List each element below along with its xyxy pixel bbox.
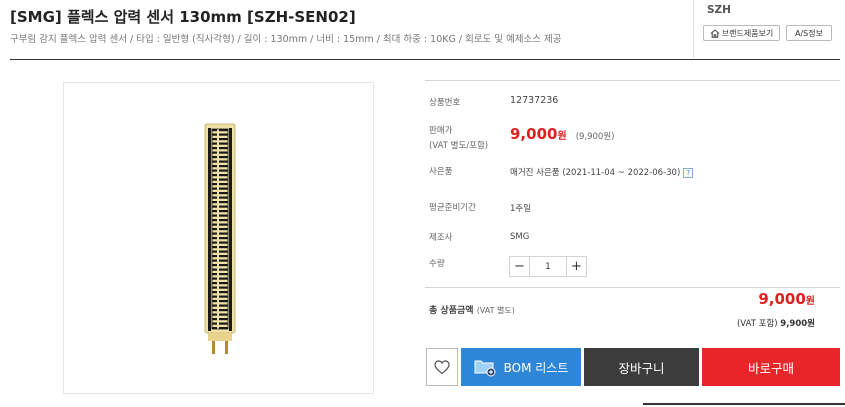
- wishlist-button[interactable]: [426, 348, 458, 386]
- gift-value-wrap: 매거진 사은품 (2021-11-04 ~ 2022-06-30)?: [510, 166, 694, 178]
- as-info-button[interactable]: A/S정보: [786, 25, 832, 41]
- brand-products-button[interactable]: 브랜드제품보기: [703, 25, 780, 41]
- quantity-label: 수량: [429, 259, 445, 269]
- footer-divider: [643, 403, 845, 405]
- bom-list-button[interactable]: BOM 리스트: [461, 348, 581, 386]
- question-icon[interactable]: ?: [683, 167, 694, 178]
- maker-value: SMG: [510, 232, 530, 242]
- product-subtitle: 구부림 감지 플렉스 압력 센서 / 타입 : 일반형 (직사각형) / 길이 …: [10, 34, 562, 45]
- heart-icon: [434, 359, 450, 374]
- product-number-value: 12737236: [510, 95, 559, 106]
- quantity-minus-button[interactable]: −: [509, 256, 530, 277]
- gift-value: 매거진 사은품 (2021-11-04 ~ 2022-06-30): [510, 168, 681, 178]
- folder-add-icon: [474, 360, 496, 376]
- quantity-input[interactable]: 1: [530, 256, 566, 277]
- price-label: 판매가: [429, 126, 453, 136]
- price-incl-vat: (9,900원): [575, 132, 615, 142]
- quantity-plus-button[interactable]: +: [566, 256, 587, 277]
- total-vat-label: (VAT 포함): [736, 319, 778, 329]
- add-to-cart-button[interactable]: 장바구니: [584, 348, 699, 386]
- total-price-box: 총 상품금액 (VAT 별도) 9,000원 (VAT 포함) 9,900원: [425, 287, 840, 337]
- buy-now-button[interactable]: 바로구매: [702, 348, 840, 386]
- flex-sensor-image: [204, 123, 236, 354]
- price-block: 9,000원 (9,900원): [510, 125, 614, 143]
- sale-price: 9,000: [510, 125, 558, 143]
- total-label-note: (VAT 별도): [476, 306, 515, 315]
- total-price-wrap: 9,000원: [758, 290, 815, 308]
- brand-name: SZH: [707, 4, 731, 16]
- total-price-unit: 원: [805, 296, 815, 307]
- quantity-stepper: − 1 +: [509, 256, 587, 277]
- product-number-label: 상품번호: [429, 98, 461, 108]
- total-vat-wrap: (VAT 포함) 9,900원: [737, 317, 815, 329]
- total-price: 9,000: [758, 290, 806, 308]
- as-info-label: A/S정보: [795, 28, 823, 38]
- total-label-wrap: 총 상품금액 (VAT 별도): [429, 303, 515, 316]
- prep-time-value: 1주일: [510, 204, 532, 214]
- bom-list-label: BOM 리스트: [503, 360, 569, 375]
- gift-label: 사은품: [429, 167, 453, 177]
- header-divider: [10, 59, 840, 60]
- product-title: [SMG] 플렉스 압력 센서 130mm [SZH-SEN02]: [10, 8, 356, 26]
- price-label-vat: (VAT 별도/포함): [429, 141, 489, 151]
- sale-price-unit: 원: [557, 131, 567, 142]
- brand-products-label: 브랜드제품보기: [721, 28, 774, 38]
- prep-time-label: 평균준비기간: [429, 203, 476, 213]
- home-icon: [710, 28, 720, 38]
- total-vat-price: 9,900원: [780, 319, 815, 329]
- total-label: 총 상품금액: [429, 306, 474, 316]
- product-image: [63, 82, 374, 394]
- maker-label: 제조사: [429, 233, 453, 243]
